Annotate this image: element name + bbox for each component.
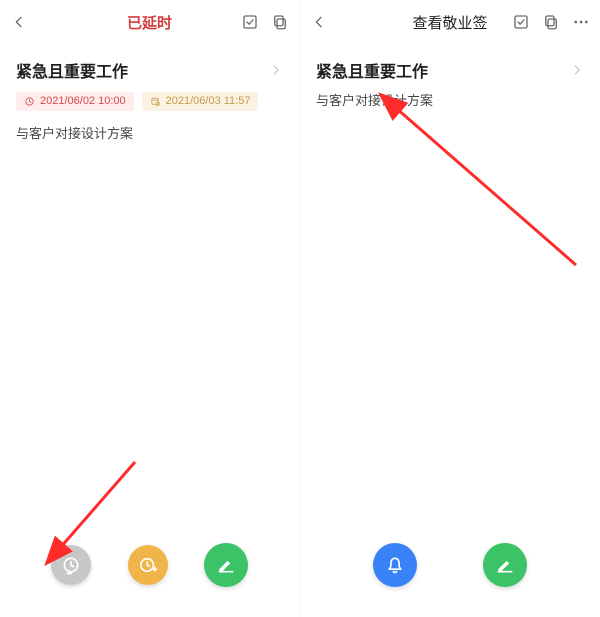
section-title: 紧急且重要工作 — [16, 58, 128, 82]
fab-history[interactable] — [51, 545, 91, 585]
note-text: 与客户对接设计方案 — [316, 90, 584, 109]
edit-icon — [216, 555, 236, 575]
clock-add-icon — [138, 555, 158, 575]
fab-row-left — [0, 543, 299, 587]
select-button[interactable] — [512, 13, 530, 31]
content-right: 紧急且重要工作 与客户对接设计方案 — [300, 44, 600, 109]
edit-icon — [495, 555, 515, 575]
more-button[interactable] — [572, 13, 590, 31]
fab-edit[interactable] — [483, 543, 527, 587]
screen-view-note: 查看敬业签 紧急且重要工作 与客户对接设计方案 — [300, 0, 600, 617]
chevron-right-icon — [570, 63, 584, 77]
badge-due-label: 2021/06/02 10:00 — [40, 96, 126, 107]
badge-snooze-time[interactable]: 2021/06/03 11:57 — [142, 92, 259, 111]
section-row[interactable]: 紧急且重要工作 — [16, 52, 283, 82]
more-icon — [572, 13, 590, 31]
back-button[interactable] — [310, 13, 328, 31]
page-title: 已延时 — [127, 12, 172, 33]
header-left: 已延时 — [0, 0, 299, 44]
screen-delayed: 已延时 紧急且重要工作 — [0, 0, 300, 617]
fab-row-right — [300, 543, 600, 587]
bell-icon — [385, 555, 405, 575]
section-title: 紧急且重要工作 — [316, 58, 428, 82]
copy-icon — [271, 13, 289, 31]
chevron-left-icon — [311, 14, 327, 30]
checkbox-icon — [512, 13, 530, 31]
section-expand[interactable] — [269, 63, 283, 77]
back-button[interactable] — [10, 13, 28, 31]
copy-button[interactable] — [542, 13, 560, 31]
note-text: 与客户对接设计方案 — [16, 123, 283, 142]
header-right: 查看敬业签 — [300, 0, 600, 44]
chevron-right-icon — [269, 63, 283, 77]
calendar-clock-icon — [150, 96, 161, 107]
clock-history-icon — [61, 555, 81, 575]
fab-notification[interactable] — [373, 543, 417, 587]
section-expand[interactable] — [570, 63, 584, 77]
badges: 2021/06/02 10:00 2021/06/03 11:57 — [16, 92, 283, 111]
badge-snooze-label: 2021/06/03 11:57 — [166, 96, 251, 107]
copy-button[interactable] — [271, 13, 289, 31]
select-button[interactable] — [241, 13, 259, 31]
badge-due-time[interactable]: 2021/06/02 10:00 — [16, 92, 134, 111]
page-title: 查看敬业签 — [412, 12, 487, 33]
section-row[interactable]: 紧急且重要工作 — [316, 52, 584, 82]
content-left: 紧急且重要工作 2021/06/02 10:00 2021/06/03 11: — [0, 44, 299, 142]
fab-edit[interactable] — [204, 543, 248, 587]
fab-clock-add[interactable] — [128, 545, 168, 585]
checkbox-icon — [241, 13, 259, 31]
copy-icon — [542, 13, 560, 31]
clock-icon — [24, 96, 35, 107]
chevron-left-icon — [11, 14, 27, 30]
